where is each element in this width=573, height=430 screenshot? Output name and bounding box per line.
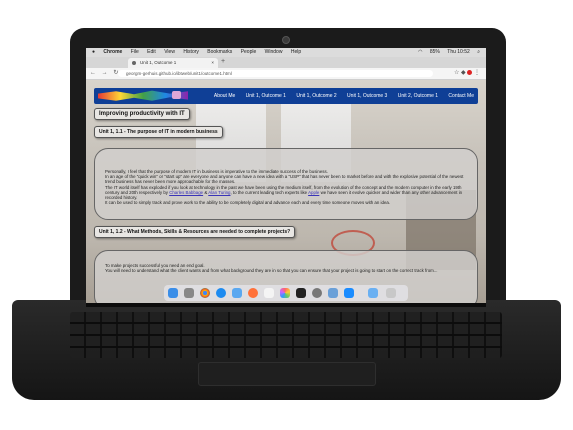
paragraph-text: , to the current leading tech experts li… [230,189,309,195]
menu-people[interactable]: People [241,49,257,55]
battery-level[interactable]: 85% [430,49,440,55]
launchpad-icon[interactable] [184,288,194,298]
more-menu-icon[interactable]: ⋮ [474,70,480,76]
search-icon[interactable]: ⌕ [477,49,480,55]
back-button[interactable]: ← [90,70,96,76]
browser-tabbar: Unit 1, Outcome 1 × + [86,57,486,73]
section2-paragraph: You will need to understand what the cli… [105,268,438,274]
extension-icon[interactable]: ◆ [461,70,466,76]
bookmark-star-icon[interactable]: ☆ [454,70,459,76]
link-alan-turing[interactable]: Alan Turing [208,190,230,195]
laptop-hinge [86,303,486,307]
folder-icon[interactable] [368,288,378,298]
keyboard [70,312,502,358]
new-tab-button[interactable]: + [221,58,225,65]
menu-help[interactable]: Help [291,49,301,55]
tab-close-icon[interactable]: × [211,58,214,68]
menu-window[interactable]: Window [265,49,283,55]
calendar-icon[interactable] [264,288,274,298]
nav-unit1-outcome1[interactable]: Unit 1, Outcome 1 [246,93,286,99]
logo-cat-icon [172,91,181,99]
terminal-icon[interactable] [296,288,306,298]
link-charles-babbage[interactable]: Charles Babbage [169,190,203,195]
nav-unit2-outcome1[interactable]: Unit 2, Outcome 1 [398,93,438,99]
section1-paragraph: The IT world itself has exploded if you … [105,185,467,201]
menu-view[interactable]: View [164,49,175,55]
wifi-icon[interactable]: ◠ [418,49,422,55]
favicon-icon [132,61,136,65]
menu-bookmarks[interactable]: Bookmarks [207,49,232,55]
nav-unit1-outcome2[interactable]: Unit 1, Outcome 2 [296,93,336,99]
menu-edit[interactable]: Edit [147,49,156,55]
link-apple[interactable]: Apple [308,190,319,195]
clock[interactable]: Thu 10:52 [447,49,470,55]
touchpad [198,362,376,386]
section2-heading: Unit 1, 1.2 - What Methods, Skills & Res… [94,226,296,238]
firefox-icon[interactable] [248,288,258,298]
preview-icon[interactable] [328,288,338,298]
nav-contact-me[interactable]: Contact Me [448,93,474,99]
laptop-screen: ● Chrome File Edit View History Bookmark… [86,48,486,303]
trash-icon[interactable] [386,288,396,298]
section1-heading: Unit 1, 1.1 - The purpose of IT in moder… [94,126,223,138]
apple-menu-icon[interactable]: ● [92,49,95,55]
url-input[interactable]: georgm-gerhuis.github.io/ibtweb/unit1/ou… [118,70,433,77]
mac-menubar: ● Chrome File Edit View History Bookmark… [86,48,486,57]
tab-unit1-outcome1[interactable]: Unit 1, Outcome 1 × [128,58,218,68]
safari-icon[interactable] [216,288,226,298]
photos-icon[interactable] [280,288,290,298]
section1-paragraph: In an age of the "quick win" or "start u… [105,174,464,185]
menu-chrome[interactable]: Chrome [103,49,122,55]
section1-card: Personally, I feel that the purpose of m… [94,148,478,220]
menu-file[interactable]: File [131,49,139,55]
settings-icon[interactable] [312,288,322,298]
webcam [282,36,290,44]
profile-avatar[interactable] [467,69,473,75]
appstore-icon[interactable] [344,288,354,298]
chrome-icon[interactable] [200,288,210,298]
mail-icon[interactable] [232,288,242,298]
site-navbar: About Me Unit 1, Outcome 1 Unit 1, Outco… [94,88,478,104]
menu-history[interactable]: History [183,49,199,55]
page-title: Improving productivity with IT [94,108,190,120]
mac-dock [164,285,408,301]
forward-button[interactable]: → [102,70,108,76]
nav-unit1-outcome3[interactable]: Unit 1, Outcome 3 [347,93,387,99]
nav-about-me[interactable]: About Me [214,93,235,99]
section1-paragraph: It can be used to simply track and prove… [105,200,391,206]
finder-icon[interactable] [168,288,178,298]
web-page: About Me Unit 1, Outcome 1 Unit 1, Outco… [86,80,486,303]
address-bar-row: ← → ↻ georgm-gerhuis.github.io/ibtweb/un… [86,68,486,80]
tab-title: Unit 1, Outcome 1 [140,60,177,65]
